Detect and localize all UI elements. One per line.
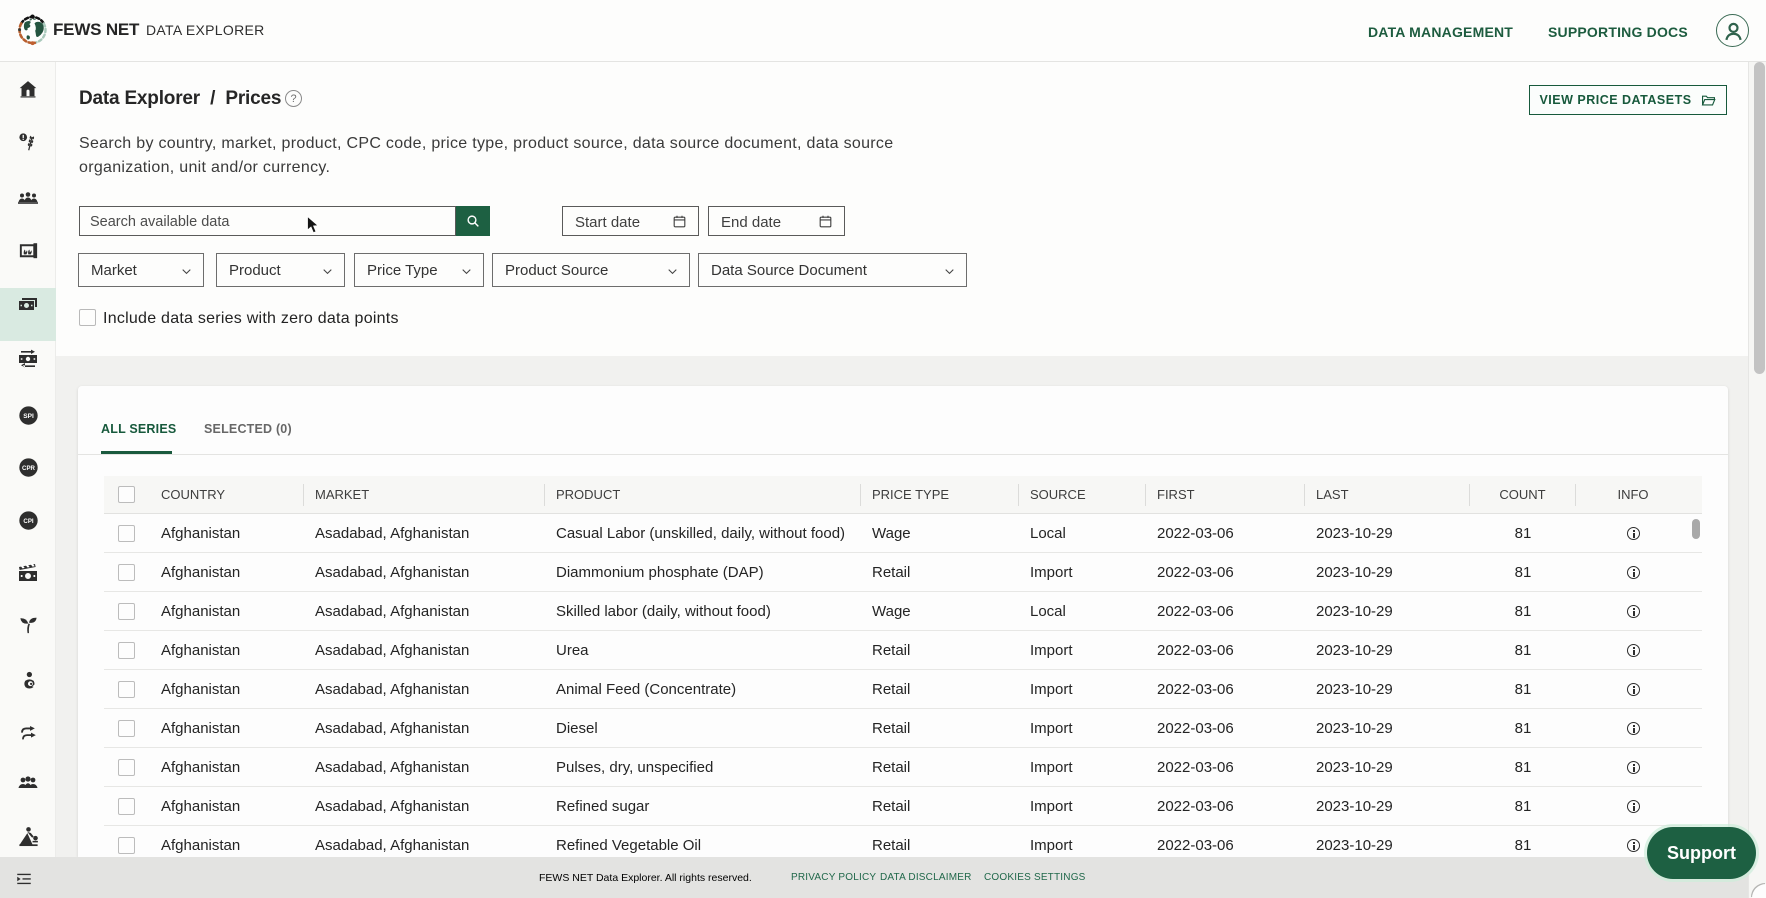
svg-text:CPR: CPR <box>22 465 35 472</box>
svg-text:SPI: SPI <box>23 413 34 420</box>
svg-text:CPI: CPI <box>23 518 33 525</box>
